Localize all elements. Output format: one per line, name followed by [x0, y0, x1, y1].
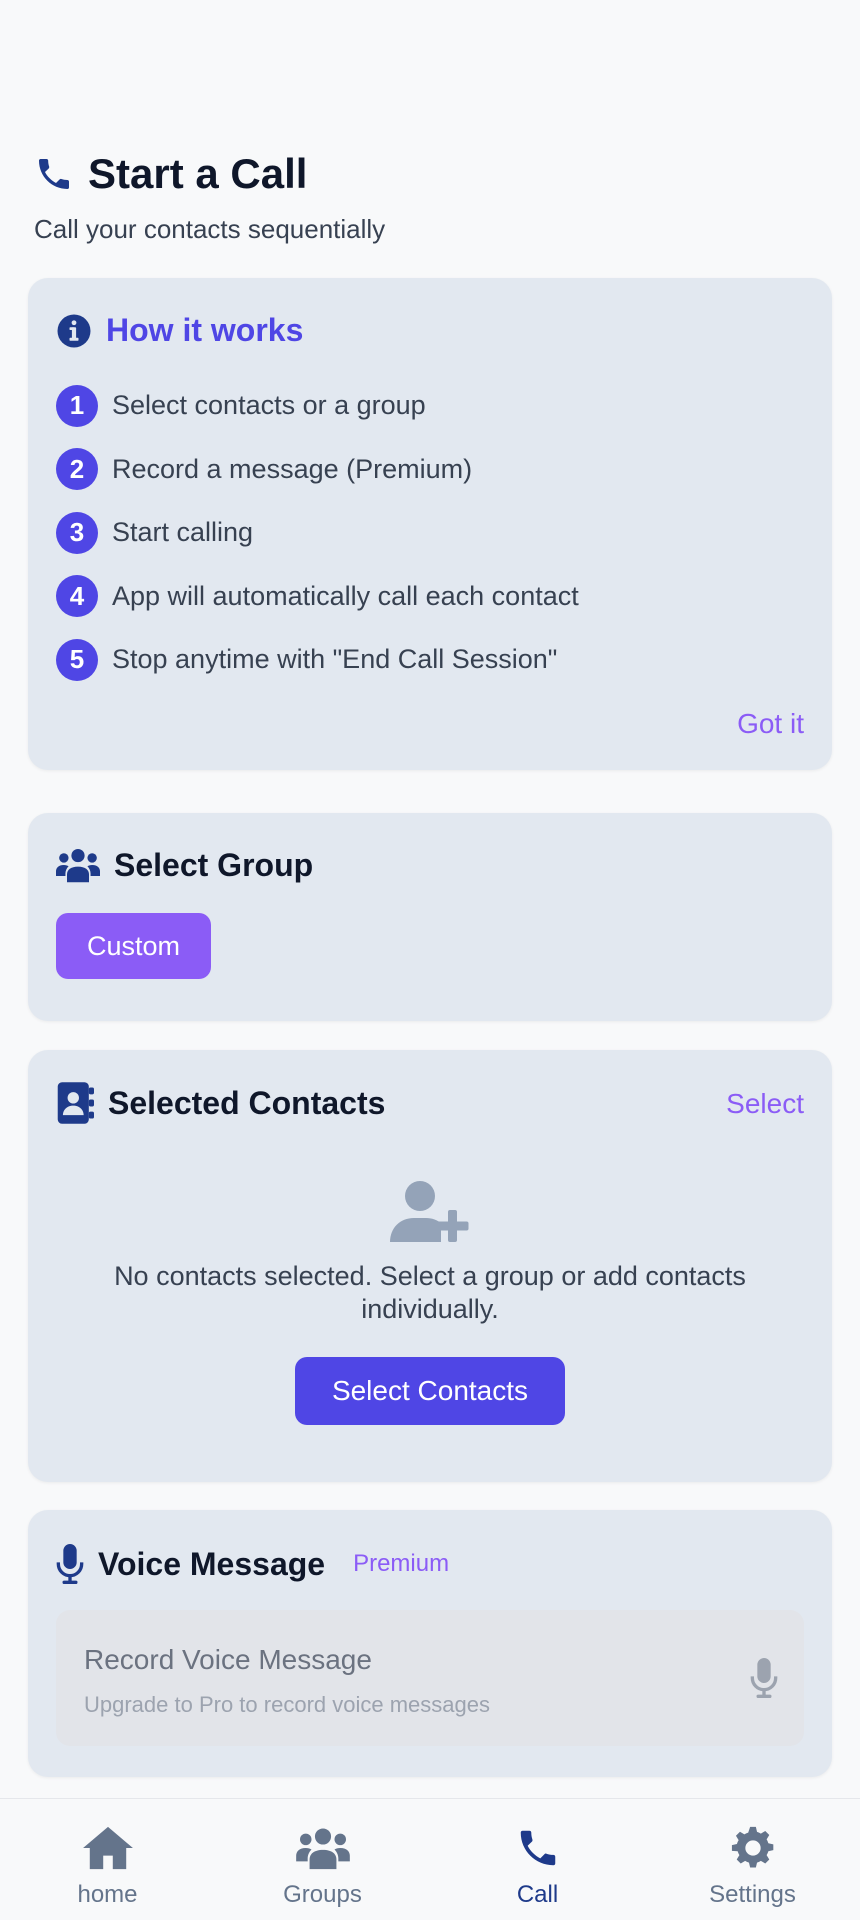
how-it-works-card: How it works 1 Select contacts or a grou…: [28, 278, 832, 770]
select-group-title: Select Group: [114, 846, 314, 883]
got-it-button[interactable]: Got it: [737, 708, 804, 740]
gear-icon: [731, 1826, 773, 1868]
empty-state-message: No contacts selected. Select a group or …: [114, 1261, 746, 1324]
step-item: 4 App will automatically call each conta…: [56, 565, 579, 629]
how-it-works-title: How it works: [106, 312, 304, 348]
step-number: 5: [56, 638, 98, 681]
selected-contacts-header: Selected Contacts: [56, 1082, 385, 1124]
step-text: App will automatically call each contact: [112, 580, 579, 611]
step-text: Select contacts or a group: [112, 390, 426, 421]
select-group-card: Select Group Custom: [28, 813, 832, 1021]
bottom-nav: home Groups Call Settings: [0, 1798, 860, 1920]
step-text: Record a message (Premium): [112, 453, 473, 484]
phone-icon: [520, 1830, 555, 1866]
title-row: Start a Call: [34, 150, 385, 198]
group-option-custom[interactable]: Custom: [56, 913, 211, 979]
home-icon: [82, 1826, 133, 1870]
nav-item-call[interactable]: Call: [430, 1799, 645, 1920]
record-voice-message-button[interactable]: Record Voice Message Upgrade to Pro to r…: [56, 1610, 804, 1746]
select-link[interactable]: Select: [726, 1088, 804, 1120]
nav-label: Groups: [283, 1881, 362, 1908]
info-icon: [57, 314, 91, 347]
step-text: Stop anytime with "End Call Session": [112, 644, 558, 675]
microphone-icon: [56, 1544, 84, 1584]
voice-message-title: Voice Message: [98, 1545, 326, 1582]
step-item: 5 Stop anytime with "End Call Session": [56, 628, 579, 692]
phone-icon: [39, 159, 69, 189]
page-header: Start a Call Call your contacts sequenti…: [34, 150, 385, 245]
users-icon: [295, 1828, 350, 1870]
nav-item-settings[interactable]: Settings: [645, 1799, 860, 1920]
record-subtitle: Upgrade to Pro to record voice messages: [84, 1692, 490, 1717]
nav-item-home[interactable]: home: [0, 1799, 215, 1920]
page-title: Start a Call: [88, 150, 308, 197]
nav-label: home: [77, 1881, 138, 1908]
how-it-works-header: How it works: [56, 312, 303, 349]
nav-label: Settings: [709, 1881, 796, 1908]
call-screen: Start a Call Call your contacts sequenti…: [0, 0, 860, 1920]
select-group-header: Select Group: [56, 845, 313, 885]
voice-message-header: Voice Message Premium: [56, 1544, 449, 1584]
voice-message-card: Voice Message Premium Record Voice Messa…: [28, 1510, 832, 1777]
steps-list: 1 Select contacts or a group 2 Record a …: [56, 374, 579, 692]
step-number: 3: [56, 511, 98, 554]
record-title: Record Voice Message: [84, 1644, 372, 1675]
users-icon: [56, 848, 100, 883]
selected-contacts-title: Selected Contacts: [108, 1084, 386, 1121]
select-contacts-button[interactable]: Select Contacts: [295, 1357, 565, 1425]
step-number: 1: [56, 384, 98, 427]
premium-badge: Premium: [353, 1550, 450, 1577]
selected-contacts-card: Selected Contacts Select No contacts sel…: [28, 1050, 832, 1482]
step-item: 2 Record a message (Premium): [56, 438, 579, 502]
step-item: 3 Start calling: [56, 501, 579, 565]
user-plus-icon: [390, 1181, 469, 1242]
microphone-icon: [750, 1658, 778, 1698]
step-number: 4: [56, 575, 98, 618]
nav-item-groups[interactable]: Groups: [215, 1799, 430, 1920]
address-book-icon: [57, 1082, 94, 1124]
page-subtitle: Call your contacts sequentially: [34, 214, 386, 244]
step-item: 1 Select contacts or a group: [56, 374, 579, 438]
nav-label: Call: [516, 1881, 559, 1908]
step-text: Start calling: [112, 517, 254, 548]
step-number: 2: [56, 448, 98, 491]
